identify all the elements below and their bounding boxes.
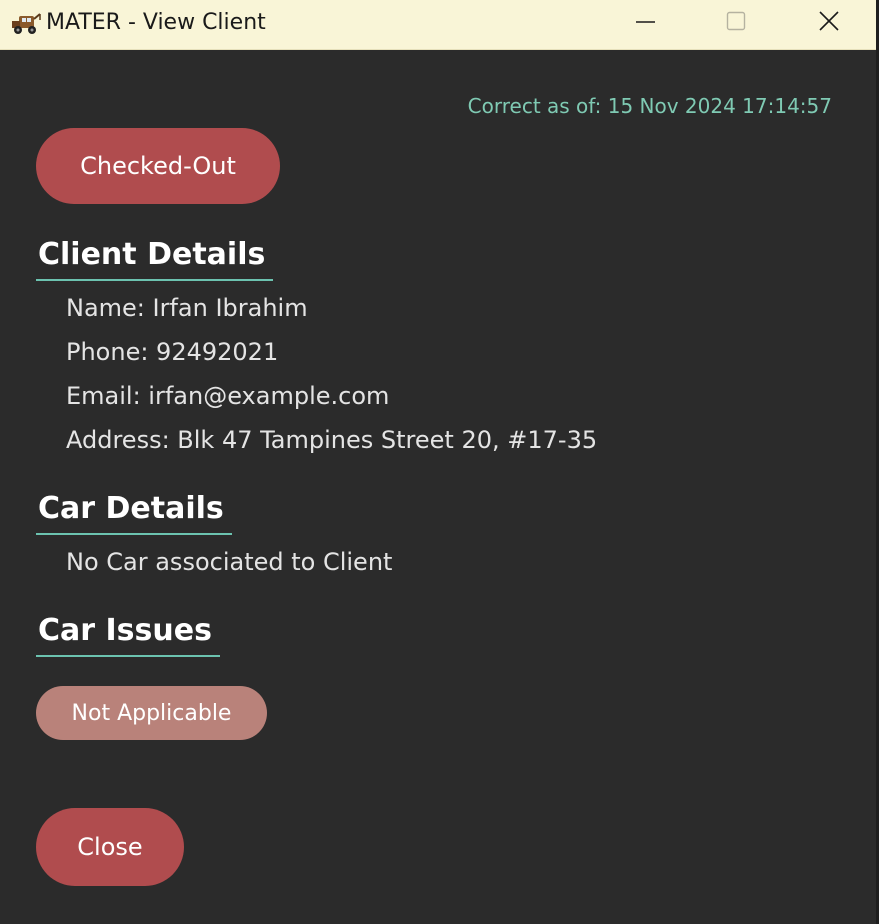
maximize-icon [726, 11, 746, 31]
tow-truck-icon [10, 10, 42, 36]
last-updated-timestamp: Correct as of: 15 Nov 2024 17:14:57 [467, 94, 832, 118]
minimize-button[interactable] [600, 0, 692, 46]
status-badge: Checked-Out [36, 128, 280, 204]
close-window-button[interactable] [783, 0, 875, 46]
client-name: Name: Irfan Ibrahim [66, 294, 308, 322]
window-title: MATER - View Client [46, 10, 266, 35]
client-details-heading: Client Details [36, 237, 274, 281]
close-button[interactable]: Close [36, 808, 184, 886]
client-email: Email: irfan@example.com [66, 382, 390, 410]
car-issues-heading: Car Issues [36, 613, 220, 657]
minimize-icon [636, 21, 655, 23]
car-details-message: No Car associated to Client [66, 548, 393, 576]
close-icon [819, 11, 839, 31]
client-address: Address: Blk 47 Tampines Street 20, #17-… [66, 426, 598, 454]
car-details-heading: Car Details [36, 491, 232, 535]
title-bar[interactable]: MATER - View Client [0, 0, 876, 50]
view-client-window: MATER - View Client Correct as of: 15 No… [0, 0, 879, 924]
car-issue-badge: Not Applicable [36, 686, 267, 740]
client-phone: Phone: 92492021 [66, 338, 279, 366]
maximize-button[interactable] [690, 0, 782, 46]
